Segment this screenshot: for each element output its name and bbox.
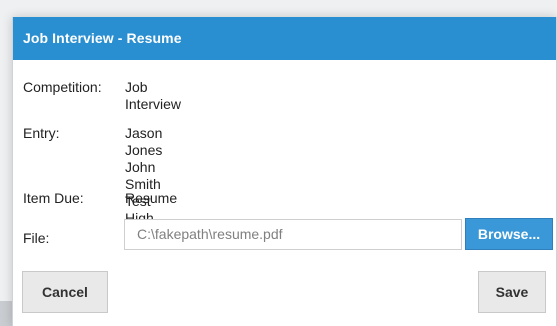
cancel-button[interactable]: Cancel xyxy=(22,271,108,313)
file-label: File: xyxy=(23,230,50,246)
item-due-label: Item Due: xyxy=(23,190,84,206)
save-button[interactable]: Save xyxy=(478,271,546,313)
job-interview-resume-dialog: Job Interview - Resume Competition: Job … xyxy=(12,17,557,326)
dialog-title: Job Interview - Resume xyxy=(13,17,556,60)
competition-label: Competition: xyxy=(23,79,102,95)
dialog-body: Competition: Job Interview Entry: Jason … xyxy=(13,60,556,326)
browse-button[interactable]: Browse... xyxy=(465,218,553,250)
item-due-value: Resume xyxy=(125,190,178,206)
entry-label: Entry: xyxy=(23,125,60,141)
competition-value: Job Interview xyxy=(125,79,182,112)
file-path-input[interactable]: C:\fakepath\resume.pdf xyxy=(124,219,462,250)
background-text xyxy=(0,0,557,9)
